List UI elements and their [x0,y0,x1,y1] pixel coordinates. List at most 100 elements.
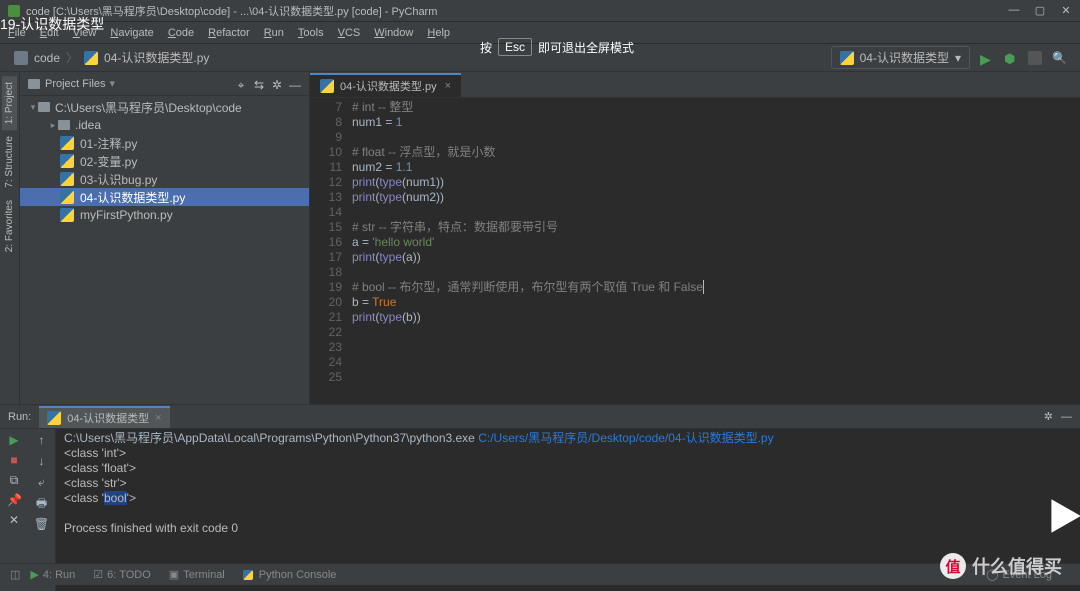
overlay-lesson-label: 19-认识数据类型 [0,14,104,34]
tool-tab-project[interactable]: 1: Project [2,76,17,130]
run-button[interactable]: ▶ [980,51,994,65]
hide-icon[interactable]: — [1061,411,1072,423]
window-minimize-button[interactable]: — [1008,4,1020,17]
code-line[interactable]: print(type(num2)) [352,190,1080,205]
stop-button[interactable] [1028,51,1042,65]
code-line[interactable] [352,370,1080,385]
run-config-selector[interactable]: 04-认识数据类型 ▾ [831,46,970,69]
window-close-button[interactable]: ✕ [1060,4,1072,17]
chevron-down-icon[interactable]: ▾ [110,77,116,90]
project-view-title[interactable]: Project Files [45,78,106,90]
project-tree[interactable]: ▾ C:\Users\黑马程序员\Desktop\code ▸ .idea 01-注… [20,96,309,226]
stop-button[interactable]: ■ [7,453,21,467]
code-line[interactable]: num1 = 1 [352,115,1080,130]
left-tool-strip: 1: Project7: Structure2: Favorites [0,72,20,404]
tree-item-label: 01-注释.py [80,135,137,152]
search-everywhere-button[interactable]: 🔍 [1052,51,1066,65]
expand-arrow-icon[interactable]: ▸ [48,120,58,131]
code-line[interactable]: print(type(a)) [352,250,1080,265]
code-line[interactable] [352,130,1080,145]
tool-tab-structure[interactable]: 7: Structure [2,130,17,194]
menu-tools[interactable]: Tools [298,27,324,39]
menu-run[interactable]: Run [264,27,284,39]
rerun-button[interactable]: ▶ [7,433,21,447]
tree-item-label: myFirstPython.py [80,208,173,222]
code-line[interactable]: # float -- 浮点型，就是小数 [352,145,1080,160]
settings-icon[interactable]: ✲ [1044,410,1053,423]
code-line[interactable]: print(type(b)) [352,310,1080,325]
code-line[interactable] [352,355,1080,370]
status-python-console[interactable]: Python Console [243,569,337,581]
code-content[interactable]: # int -- 整型num1 = 1 # float -- 浮点型，就是小数nu… [352,100,1080,404]
console-line: <class 'int'> [64,446,1072,461]
debug-button[interactable]: ⬢ [1004,51,1018,65]
breadcrumb-root[interactable]: code [34,51,60,65]
close-icon[interactable]: ✕ [7,513,21,527]
line-number-gutter: 78910111213141516171819202122232425 [310,100,352,404]
watermark-badge-icon: 值 [940,553,966,579]
tree-item[interactable]: myFirstPython.py [20,206,309,224]
console-line: <class 'float'> [64,461,1072,476]
pin-icon[interactable]: 📌 [7,493,21,507]
wrap-icon[interactable]: ⤶ [38,475,45,490]
run-config-label: 04-认识数据类型 [860,49,949,66]
code-line[interactable] [352,265,1080,280]
tool-tab-favorites[interactable]: 2: Favorites [2,194,17,258]
code-line[interactable] [352,340,1080,355]
status-todo[interactable]: ☑6: TODO [93,568,150,581]
tree-item[interactable]: 04-认识数据类型.py [20,188,309,206]
run-tab[interactable]: 04-认识数据类型 × [39,406,169,428]
editor-area: 04-认识数据类型.py × 7891011121314151617181920… [310,72,1080,404]
close-tab-icon[interactable]: × [155,412,161,424]
code-line[interactable]: # str -- 字符串，特点：数据都要带引号 [352,220,1080,235]
print-icon[interactable]: 🖶 [36,496,47,511]
window-controls: — ▢ ✕ [1008,4,1072,17]
locate-icon[interactable]: ⌖ [235,78,247,90]
tree-item-label: 04-认识数据类型.py [80,189,185,206]
tree-root[interactable]: ▾ C:\Users\黑马程序员\Desktop\code [20,98,309,116]
menu-help[interactable]: Help [427,27,450,39]
status-run[interactable]: ▶4: Run [30,568,75,581]
code-line[interactable] [352,325,1080,340]
code-line[interactable]: print(type(num1)) [352,175,1080,190]
python-file-icon [84,51,98,65]
code-line[interactable]: num2 = 1.1 [352,160,1080,175]
code-line[interactable]: # int -- 整型 [352,100,1080,115]
code-line[interactable]: # bool -- 布尔型，通常判断使用，布尔型有两个取值 True 和 Fal… [352,280,1080,295]
folder-icon [28,79,40,89]
tool-windows-button[interactable]: ◫ [10,568,20,581]
menu-code[interactable]: Code [168,27,194,39]
menu-window[interactable]: Window [374,27,413,39]
down-icon[interactable]: ↓ [39,454,45,469]
close-tab-icon[interactable]: × [445,80,451,92]
tree-item[interactable]: 03-认识bug.py [20,170,309,188]
breadcrumb-file[interactable]: 04-认识数据类型.py [104,49,209,66]
status-terminal[interactable]: ▣Terminal [169,568,225,581]
expand-arrow-icon[interactable]: ▾ [28,102,38,113]
tree-item-label: .idea [75,118,101,132]
menu-vcs[interactable]: VCS [338,27,361,39]
window-maximize-button[interactable]: ▢ [1034,4,1046,17]
project-header: Project Files ▾ ⌖ ⇆ ✲ — [20,72,309,96]
menu-navigate[interactable]: Navigate [110,27,153,39]
video-play-overlay[interactable] [1043,495,1080,540]
up-icon[interactable]: ↑ [39,433,45,448]
code-editor[interactable]: 78910111213141516171819202122232425 # in… [310,98,1080,404]
tree-item[interactable]: 01-注释.py [20,134,309,152]
settings-icon[interactable]: ✲ [271,78,283,90]
folder-icon [38,102,50,112]
menu-refactor[interactable]: Refactor [208,27,250,39]
python-file-icon [320,79,334,93]
python-file-icon [60,136,74,150]
editor-tab[interactable]: 04-认识数据类型.py × [310,73,461,97]
layout-icon[interactable]: ⧉ [7,473,21,487]
hide-icon[interactable]: — [289,78,301,90]
tree-item[interactable]: 02-变量.py [20,152,309,170]
code-line[interactable]: b = True [352,295,1080,310]
fullscreen-exit-hint: 按 Esc 即可退出全屏模式 [480,38,634,56]
tree-item[interactable]: ▸ .idea [20,116,309,134]
trash-icon[interactable]: 🗑 [34,517,49,532]
collapse-all-icon[interactable]: ⇆ [253,78,265,90]
code-line[interactable] [352,205,1080,220]
code-line[interactable]: a = 'hello world' [352,235,1080,250]
